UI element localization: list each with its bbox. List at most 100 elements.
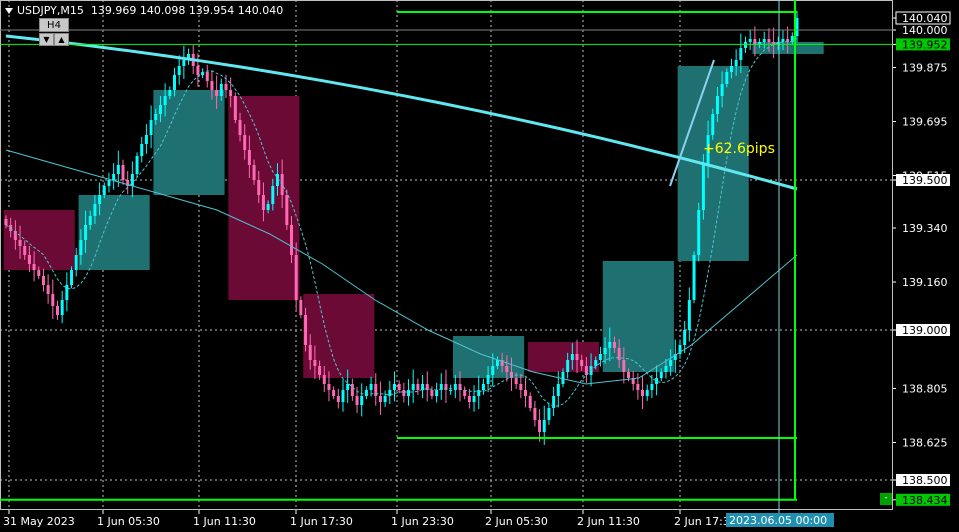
candle-body (711, 114, 715, 135)
h4-candle-box (677, 66, 749, 261)
candle-body (744, 42, 748, 48)
candle-body (336, 396, 340, 402)
candle-body (350, 384, 354, 396)
candle-body (683, 330, 687, 345)
price-label: 140.000 (902, 24, 948, 37)
candle-body (481, 384, 485, 390)
timeframe-down-icon[interactable]: ▼ (39, 33, 54, 46)
candle-body (79, 240, 83, 255)
candle-body (294, 255, 298, 300)
candle-body (112, 174, 116, 180)
collapse-triangle-icon[interactable] (5, 8, 13, 14)
candle-body (168, 90, 172, 96)
candle-body (271, 186, 275, 204)
timeframe-up-icon[interactable]: ▲ (54, 33, 69, 46)
candle-body (669, 360, 673, 366)
chart-header: USDJPY,M15 139.969 140.098 139.954 140.0… (5, 4, 283, 17)
candle-body (182, 60, 186, 66)
candle-body (290, 225, 294, 255)
candle-body (641, 390, 645, 396)
timeframe-label[interactable]: H4 (39, 18, 69, 32)
candle-body (729, 66, 733, 72)
candle-body (463, 390, 467, 396)
candle-body (725, 72, 729, 84)
price-label: 139.000 (902, 324, 948, 337)
candle-body (435, 390, 439, 396)
candle-body (313, 360, 317, 366)
candle-body (556, 384, 560, 396)
candle-body (383, 396, 387, 402)
candle-body (177, 66, 181, 75)
candle-body (369, 384, 373, 390)
time-label: 1 Jun 05:30 (97, 515, 160, 528)
time-label: 2 Jun 05:30 (485, 515, 548, 528)
candle-body (598, 354, 602, 360)
candle-body (266, 204, 270, 210)
candle-body (748, 39, 752, 42)
candle-body (304, 315, 308, 345)
candle-body (51, 294, 55, 306)
price-label: 139.952 (902, 38, 948, 51)
candle-body (299, 300, 303, 315)
candle-body (650, 384, 654, 390)
candle-body (594, 360, 598, 366)
price-label: 138.805 (902, 383, 948, 396)
timeframe-widget[interactable]: H4 ▼ ▲ (39, 18, 69, 47)
candle-body (121, 165, 125, 180)
candle-body (528, 396, 532, 408)
candle-body (74, 255, 78, 270)
candle-body (102, 186, 106, 195)
time-label: 2 Jun 11:30 (577, 515, 640, 528)
candle-body (4, 219, 8, 225)
symbol-label: USDJPY,M15 (17, 4, 84, 17)
candle-body (140, 144, 144, 156)
candle-body (524, 390, 528, 396)
candle-body (364, 390, 368, 396)
candle-body (491, 366, 495, 375)
candle-body (655, 378, 659, 384)
candle-body (247, 150, 251, 165)
candle-body (542, 420, 546, 432)
candle-body (229, 90, 233, 96)
time-cursor-label: 2023.06.05 00:00 (729, 514, 827, 527)
candle-body (715, 96, 719, 114)
minimize-button[interactable]: - (880, 493, 892, 505)
candle-body (341, 390, 345, 402)
candle-body (219, 84, 223, 96)
candle-body (18, 240, 22, 246)
candle-body (285, 195, 289, 225)
candle-body (23, 246, 27, 255)
price-label: 139.500 (902, 174, 948, 187)
candle-body (84, 225, 88, 240)
h4-candle-box (78, 195, 150, 270)
ohlc-values: 139.969 140.098 139.954 140.040 (90, 4, 284, 17)
candle-body (505, 366, 509, 372)
candle-body (233, 96, 237, 120)
price-label: 139.340 (902, 222, 948, 235)
candle-body (421, 384, 425, 390)
candle-body (495, 360, 499, 366)
candle-body (215, 90, 219, 96)
candle-body (627, 372, 631, 378)
candle-body (575, 354, 579, 360)
candle-body (322, 375, 326, 384)
candle-body (37, 270, 41, 276)
candle-body (55, 306, 59, 315)
candle-body (416, 384, 420, 390)
candle-body (612, 342, 616, 348)
pips-annotation: +62.6pips (703, 141, 775, 157)
h4-candle-box (153, 90, 225, 195)
candle-body (430, 390, 434, 396)
candle-body (659, 372, 663, 378)
h4-candle-box (527, 342, 600, 372)
candle-body (762, 39, 766, 42)
price-label: 138.625 (902, 437, 948, 450)
time-label: 1 Jun 11:30 (193, 515, 256, 528)
candle-body (570, 354, 574, 360)
candle-body (514, 378, 518, 384)
candle-body (144, 135, 148, 144)
candle-body (149, 120, 153, 135)
candle-body (566, 360, 570, 372)
price-chart[interactable]: 140.040140.000139.952139.875139.695139.5… (0, 0, 959, 532)
candle-body (622, 360, 626, 372)
